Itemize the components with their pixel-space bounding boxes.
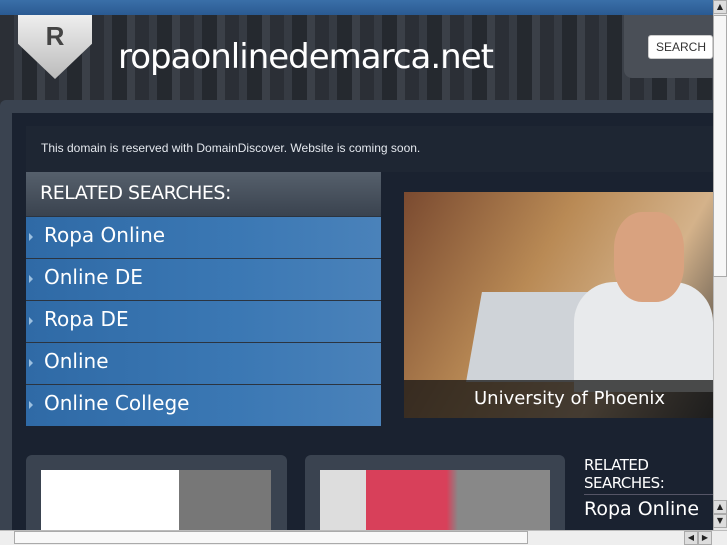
top-bar: [0, 0, 713, 15]
related-search-link[interactable]: Ropa Online: [26, 217, 381, 258]
horizontal-scroll-thumb[interactable]: [14, 531, 528, 544]
face-graphic: [614, 212, 684, 302]
feature-image[interactable]: University of Phoenix: [404, 192, 713, 418]
scroll-up-icon[interactable]: ▲: [713, 0, 727, 14]
scroll-left-icon[interactable]: ◀: [684, 531, 698, 545]
scroll-down-icon[interactable]: ▼: [713, 514, 727, 528]
thumbnail-image[interactable]: [41, 470, 271, 530]
scroll-right-icon[interactable]: ▶: [698, 531, 712, 545]
related-search-link[interactable]: Online: [26, 343, 381, 384]
related-searches-title: RELATED SEARCHES:: [26, 172, 381, 216]
scroll-up-icon[interactable]: ▲: [713, 500, 727, 514]
thumbnail-box[interactable]: [305, 455, 565, 530]
feature-caption[interactable]: University of Phoenix: [404, 380, 713, 418]
thumbnail-image[interactable]: [320, 470, 550, 530]
thumbnail-box[interactable]: [26, 455, 287, 530]
logo-letter: R: [45, 21, 65, 51]
related-search-link[interactable]: Ropa Online: [584, 498, 713, 520]
related-searches-panel: RELATED SEARCHES: Ropa Online Online DE …: [26, 172, 381, 426]
divider: [584, 494, 713, 495]
related-search-link[interactable]: Ropa DE: [26, 301, 381, 342]
vertical-scroll-thumb[interactable]: [713, 15, 727, 277]
notice-text: This domain is reserved with DomainDisco…: [26, 126, 713, 172]
related-search-link[interactable]: Online College: [26, 385, 381, 426]
search-button[interactable]: SEARCH: [648, 35, 713, 59]
related-search-link[interactable]: Online DE: [26, 259, 381, 300]
related-searches-title-2: RELATED SEARCHES:: [584, 456, 665, 492]
site-title: ropaonlinedemarca.net: [118, 37, 494, 77]
